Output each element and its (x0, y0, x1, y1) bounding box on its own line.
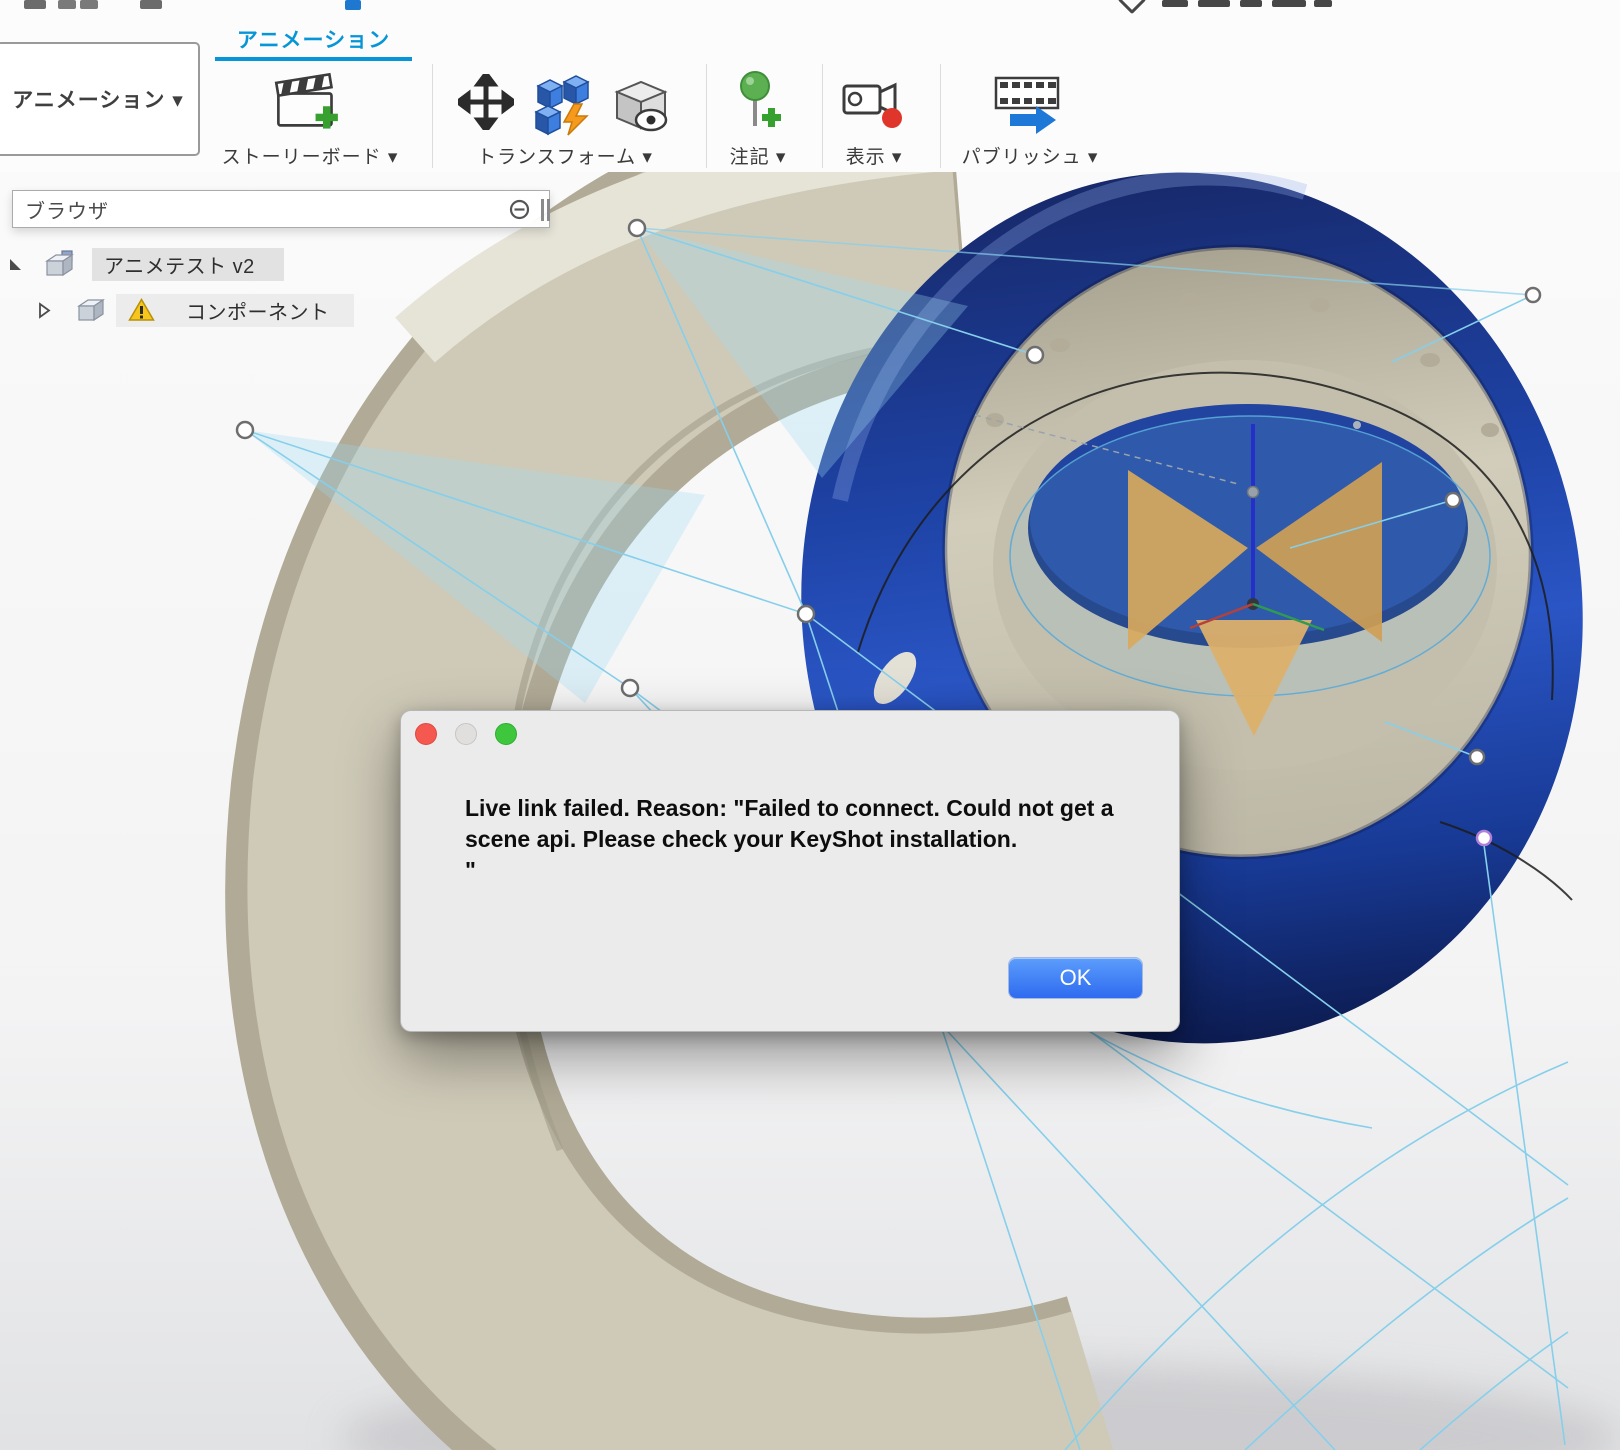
move-tool-icon[interactable] (458, 74, 514, 135)
zoom-traffic-light[interactable] (495, 723, 517, 745)
camera-node (1477, 831, 1491, 845)
ribbon-toolbar: アニメーション アニメーション ▾ ストーリーボード ▾ (0, 0, 1620, 172)
clipped-doc-tab-icon[interactable] (345, 0, 361, 10)
workspace-selector[interactable]: アニメーション ▾ (0, 42, 200, 156)
toolbar-separator (706, 64, 707, 168)
assembly-icon (44, 250, 76, 284)
clipped-toolbar-icon[interactable] (140, 0, 162, 9)
collapse-all-icon[interactable] (509, 199, 530, 220)
tree-item-highlight: アニメテスト v2 (92, 248, 284, 281)
warning-icon (128, 298, 155, 327)
clipped-title-text (1272, 0, 1306, 7)
publish-dropdown[interactable]: パブリッシュ ▾ (950, 142, 1110, 169)
tree-item-component[interactable]: コンポーネント (0, 294, 560, 330)
camera-node (629, 220, 645, 236)
camera-node (622, 680, 638, 696)
ok-button[interactable]: OK (1009, 958, 1142, 998)
annotation-dropdown[interactable]: 注記 ▾ (708, 142, 808, 169)
camera-node (1446, 493, 1460, 507)
toolbar-separator (940, 64, 941, 168)
tree-item-label: アニメテスト v2 (92, 250, 255, 279)
transform-dropdown[interactable]: トランスフォーム ▾ (455, 142, 675, 169)
publish-film-icon[interactable] (994, 74, 1062, 139)
component-icon (76, 297, 106, 329)
storyboard-clapperboard-icon[interactable] (272, 70, 340, 139)
clipped-title-text (1240, 0, 1262, 7)
tree-item-highlight: コンポーネント (116, 294, 354, 327)
toolbar-separator (822, 64, 823, 168)
display-dropdown[interactable]: 表示 ▾ (824, 142, 924, 169)
storyboard-dropdown[interactable]: ストーリーボード ▾ (205, 142, 415, 169)
tab-active-underline (215, 57, 412, 61)
error-dialog: Live link failed. Reason: "Failed to con… (400, 710, 1180, 1032)
path-dot (1353, 421, 1361, 429)
annotation-pin-icon[interactable] (733, 70, 781, 141)
panel-resize-grip[interactable] (541, 199, 553, 221)
clipped-title-text (1198, 0, 1230, 7)
camera-node (1027, 347, 1043, 363)
tab-animation[interactable]: アニメーション (215, 24, 412, 54)
camera-node (1526, 288, 1540, 302)
cube-visibility-icon[interactable] (608, 76, 674, 139)
clipped-toolbar-icon[interactable] (24, 0, 46, 9)
camera-node (1470, 750, 1484, 764)
clipped-title-text (1162, 0, 1188, 7)
collapsed-caret-icon[interactable] (38, 302, 51, 324)
camera-node (798, 606, 814, 622)
clipped-toolbar-icon[interactable] (58, 0, 76, 9)
minimize-traffic-light[interactable] (455, 723, 477, 745)
camera-node (237, 422, 253, 438)
browser-panel-header: ブラウザ (12, 190, 550, 228)
expand-caret-icon[interactable] (8, 256, 23, 277)
transform-components-icon[interactable] (530, 72, 594, 141)
clipped-title-icon (1118, 0, 1146, 14)
dialog-message: Live link failed. Reason: "Failed to con… (465, 793, 1141, 886)
clipped-toolbar-icon[interactable] (80, 0, 98, 9)
camera-display-icon[interactable] (842, 80, 906, 135)
tree-item-root[interactable]: アニメテスト v2 (0, 248, 560, 284)
browser-title: ブラウザ (13, 195, 109, 224)
clipped-title-text (1314, 0, 1332, 7)
toolbar-separator (432, 64, 433, 168)
close-traffic-light[interactable] (415, 723, 437, 745)
